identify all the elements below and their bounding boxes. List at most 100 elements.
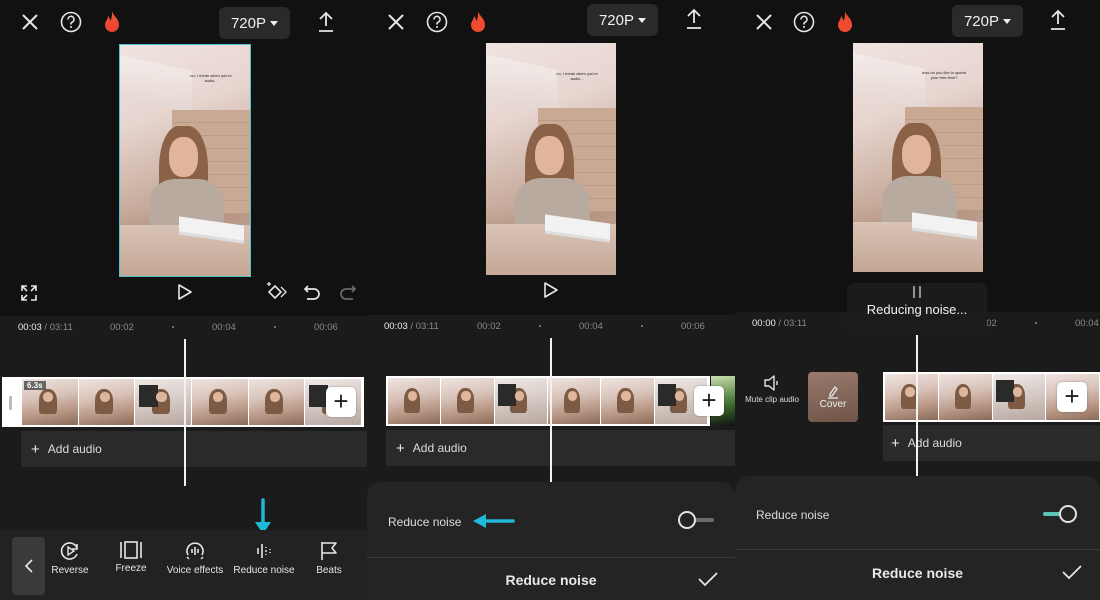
fire-icon[interactable] (466, 10, 490, 34)
clip-thumbnail (885, 374, 938, 420)
clip-thumbnail (938, 374, 992, 420)
tool-label: Reverse (51, 565, 89, 576)
annotation-arrow-left-icon (473, 514, 515, 528)
timeline-ruler[interactable]: 00:03 / 03:11 00:02 00:04 00:06 (0, 316, 367, 338)
export-icon[interactable] (314, 10, 338, 34)
reduce-noise-toggle[interactable] (1041, 504, 1079, 524)
undo-icon[interactable] (301, 281, 323, 303)
resolution-label: 720P (598, 11, 635, 29)
add-clip-button[interactable]: + (1057, 382, 1087, 412)
clip-thumbnail (494, 378, 547, 424)
toggle-knob (678, 511, 696, 529)
sheet-divider (367, 557, 735, 558)
add-audio-button[interactable]: + Add audio (386, 430, 735, 466)
help-icon[interactable] (425, 10, 449, 34)
clip-thumbnail (441, 378, 494, 424)
beats-icon (321, 542, 337, 560)
resolution-dropdown[interactable]: 720P (587, 4, 658, 36)
playhead[interactable] (184, 339, 186, 486)
tool-reduce-noise[interactable]: Reduce noise (229, 540, 299, 576)
reduce-noise-icon (257, 544, 271, 558)
top-bar: 720P (367, 0, 735, 44)
top-bar: 720P (0, 0, 367, 44)
fullscreen-icon[interactable] (18, 282, 40, 304)
add-audio-label: Add audio (412, 441, 467, 455)
resolution-label: 720P (963, 12, 1000, 30)
reduce-noise-toggle[interactable] (678, 510, 716, 530)
add-audio-label: Add audio (47, 442, 102, 456)
fire-icon[interactable] (100, 10, 124, 34)
close-icon[interactable] (752, 10, 776, 34)
reduce-noise-sheet: Reduce noise Reduce noise (735, 476, 1100, 600)
play-icon[interactable] (174, 281, 196, 303)
toggle-knob (1059, 505, 1077, 523)
clip-thumbnail (192, 379, 248, 425)
cover-label: Cover (819, 398, 847, 410)
video-caption: how do you like to spend your free time? (921, 70, 967, 81)
resolution-dropdown[interactable]: 720P (952, 5, 1023, 37)
export-icon[interactable] (682, 7, 706, 31)
redo-icon[interactable] (337, 281, 359, 303)
resolution-label: 720P (230, 14, 267, 32)
reduce-noise-option-label: Reduce noise (388, 515, 462, 529)
add-audio-button[interactable]: + Add audio (21, 431, 367, 467)
tool-label: Reduce noise (233, 565, 295, 576)
tool-beats[interactable]: Beats (294, 540, 364, 576)
ruler-tick: 00:04 (212, 322, 236, 333)
sheet-title: Reduce noise (505, 572, 597, 588)
timeline-ruler[interactable]: 00:03 / 03:11 00:02 00:04 00:06 (367, 315, 735, 337)
clip-trim-handle[interactable] (9, 396, 12, 410)
close-icon[interactable] (384, 10, 408, 34)
pause-icon (913, 286, 921, 298)
play-icon[interactable] (540, 279, 562, 301)
ruler-tick: 00:02 (110, 322, 134, 333)
video-preview[interactable]: no, I mean when you're audio... (119, 44, 251, 277)
playhead[interactable] (916, 335, 918, 476)
close-icon[interactable] (18, 10, 42, 34)
plus-icon: + (31, 440, 40, 458)
tool-label: Voice effects (166, 565, 224, 576)
plus-icon: + (396, 439, 405, 457)
clip-thumbnail (992, 374, 1046, 420)
fire-icon[interactable] (833, 10, 857, 34)
clip-thumbnail (248, 379, 305, 425)
ruler-tick: 00:04 (1075, 318, 1099, 329)
video-clip-track[interactable] (2, 377, 364, 427)
reduce-noise-sheet: Reduce noise Reduce noise (367, 482, 735, 600)
video-clip-track[interactable] (386, 376, 710, 426)
confirm-check-icon[interactable] (1061, 563, 1083, 586)
reverse-icon (60, 542, 78, 560)
video-caption: no, I mean when you're audio... (556, 70, 598, 81)
time-readout: 00:00 / 03:11 (752, 318, 807, 329)
clip-duration-badge: 6.3s (24, 381, 46, 390)
top-bar: 720P (735, 0, 1100, 44)
clip-thumbnail (547, 378, 601, 424)
video-preview[interactable]: no, I mean when you're audio... (486, 43, 616, 275)
ruler-tick: 00:06 (681, 321, 705, 332)
chevron-left-icon (24, 559, 33, 573)
help-icon[interactable] (792, 10, 816, 34)
tool-freeze[interactable]: Freeze (96, 540, 166, 574)
clip-thumbnail (601, 378, 654, 424)
playhead[interactable] (550, 338, 552, 482)
help-icon[interactable] (59, 10, 83, 34)
mute-clip-audio-button[interactable]: Mute clip audio (742, 375, 802, 404)
video-frame: how do you like to spend your free time? (853, 43, 983, 272)
tool-reverse[interactable]: Reverse (35, 540, 105, 576)
ruler-tick: 00:04 (579, 321, 603, 332)
mute-clip-audio-label: Mute clip audio (745, 395, 799, 404)
keyframe-icon[interactable] (265, 281, 287, 303)
confirm-check-icon[interactable] (697, 570, 719, 593)
video-preview[interactable]: how do you like to spend your free time? (853, 43, 983, 272)
resolution-dropdown[interactable]: 720P (219, 7, 290, 39)
tool-label: Freeze (115, 563, 147, 574)
caret-down-icon (270, 20, 279, 26)
cover-button[interactable]: Cover (808, 372, 858, 422)
voice-effects-icon (186, 542, 204, 560)
tool-voice-effects[interactable]: Voice effects (160, 540, 230, 576)
caret-down-icon (638, 17, 647, 23)
add-clip-button[interactable]: + (326, 387, 356, 417)
export-icon[interactable] (1046, 8, 1070, 32)
add-clip-button[interactable]: + (694, 386, 724, 416)
time-readout: 00:03 / 03:11 (18, 322, 73, 333)
